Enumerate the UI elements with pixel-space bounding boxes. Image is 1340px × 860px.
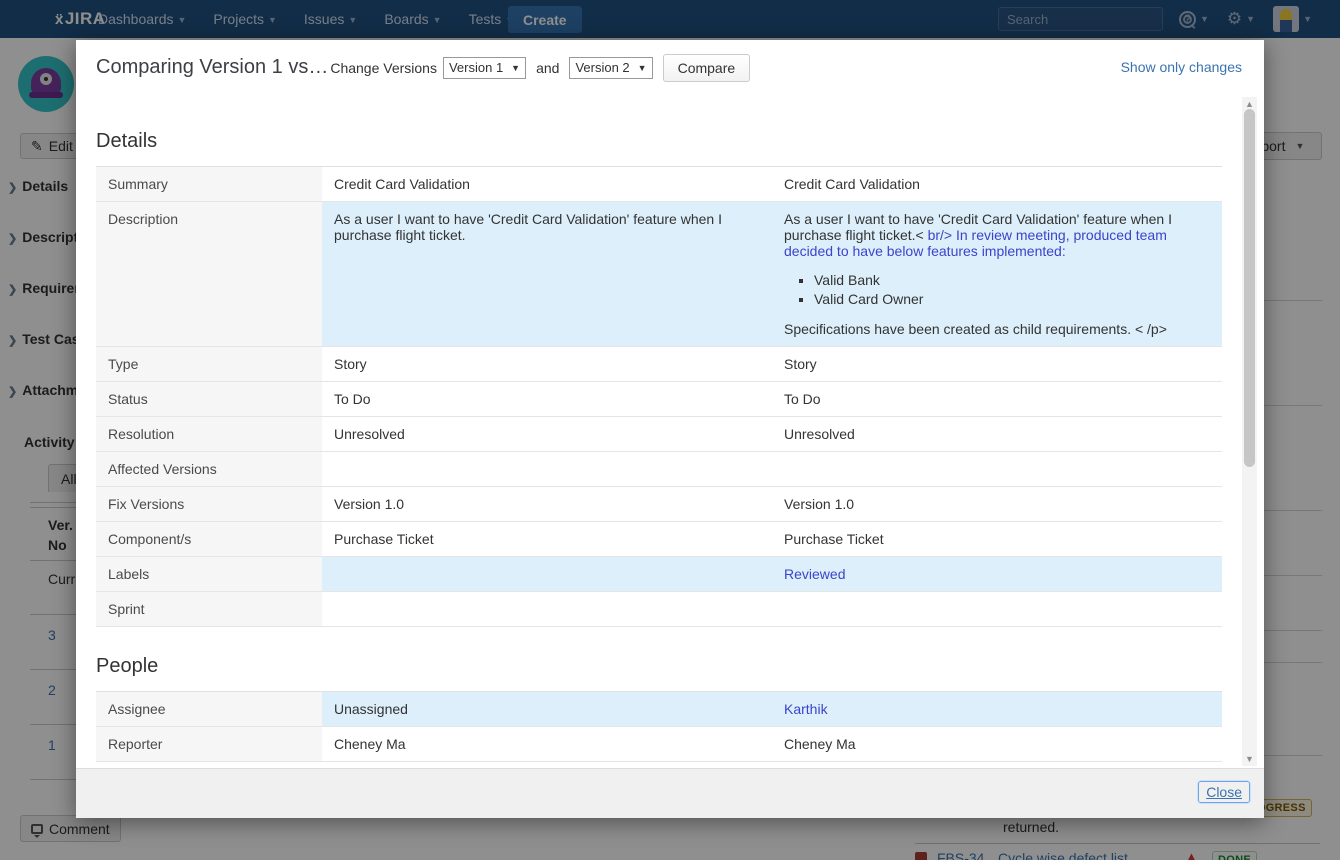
list-item: Valid Bank bbox=[814, 272, 1210, 288]
description-v1-cell: As a user I want to have 'Credit Card Va… bbox=[322, 202, 772, 346]
screen: ẍ JIRA Dashboards▼ Projects▼ Issues▼ Boa… bbox=[0, 0, 1340, 860]
details-section-heading: Details bbox=[96, 130, 1222, 153]
dialog-header: Comparing Version 1 vs… Change Versions … bbox=[76, 40, 1264, 95]
table-row-type: Type Story Story bbox=[96, 347, 1222, 382]
people-section-heading: People bbox=[96, 655, 1222, 678]
assignee-user-link[interactable]: Karthik bbox=[784, 701, 828, 717]
label-link-reviewed[interactable]: Reviewed bbox=[784, 566, 845, 582]
table-row-status: Status To Do To Do bbox=[96, 382, 1222, 417]
dialog-footer: Close bbox=[76, 768, 1264, 818]
table-row-resolution: Resolution Unresolved Unresolved bbox=[96, 417, 1222, 452]
table-row-reporter: Reporter Cheney Ma Cheney Ma bbox=[96, 727, 1222, 762]
list-item: Valid Card Owner bbox=[814, 291, 1210, 307]
show-only-changes-link[interactable]: Show only changes bbox=[1121, 59, 1242, 75]
table-row-description: Description As a user I want to have 'Cr… bbox=[96, 202, 1222, 347]
dialog-scrollbar[interactable]: ▲ ▼ bbox=[1242, 97, 1257, 766]
table-row-components: Component/s Purchase Ticket Purchase Tic… bbox=[96, 522, 1222, 557]
table-row-fix-versions: Fix Versions Version 1.0 Version 1.0 bbox=[96, 487, 1222, 522]
people-compare-table: Assignee Unassigned Karthik Reporter Che… bbox=[96, 691, 1222, 762]
table-row-summary: Summary Credit Card Validation Credit Ca… bbox=[96, 167, 1222, 202]
table-row-assignee: Assignee Unassigned Karthik bbox=[96, 692, 1222, 727]
version-1-select[interactable]: Version 1 ▼ bbox=[443, 57, 526, 79]
and-label: and bbox=[536, 60, 559, 76]
table-row-sprint: Sprint bbox=[96, 592, 1222, 627]
compare-versions-dialog: Comparing Version 1 vs… Change Versions … bbox=[76, 40, 1264, 818]
table-row-labels: Labels Reviewed bbox=[96, 557, 1222, 592]
scroll-down-arrow[interactable]: ▼ bbox=[1242, 752, 1257, 766]
close-link[interactable]: Close bbox=[1198, 781, 1250, 803]
dialog-scroll-area: Details Summary Credit Card Validation C… bbox=[76, 95, 1264, 768]
table-row-affected-versions: Affected Versions bbox=[96, 452, 1222, 487]
version-2-select[interactable]: Version 2 ▼ bbox=[569, 57, 652, 79]
compare-button[interactable]: Compare bbox=[663, 54, 751, 82]
details-compare-table: Summary Credit Card Validation Credit Ca… bbox=[96, 166, 1222, 627]
select-arrow-icon: ▼ bbox=[511, 63, 520, 73]
select-arrow-icon: ▼ bbox=[638, 63, 647, 73]
description-bullet-list: Valid Bank Valid Card Owner bbox=[784, 272, 1210, 307]
change-versions-label: Change Versions bbox=[330, 60, 437, 76]
dialog-title: Comparing Version 1 vs… bbox=[96, 56, 328, 79]
description-v2-cell: As a user I want to have 'Credit Card Va… bbox=[772, 202, 1222, 346]
scrollbar-thumb[interactable] bbox=[1244, 109, 1255, 467]
